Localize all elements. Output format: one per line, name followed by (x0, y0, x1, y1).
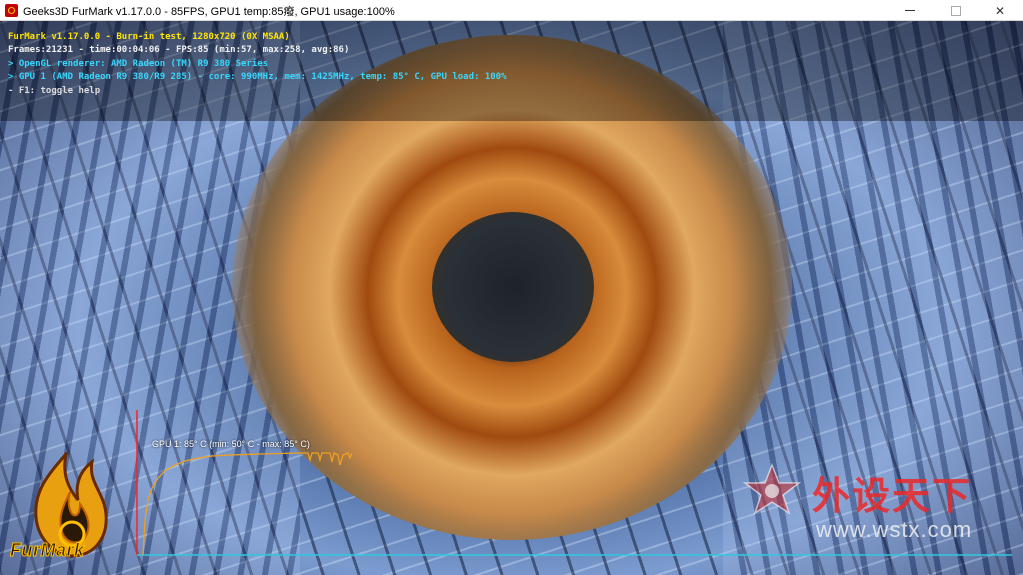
hud-gpu-line: > GPU 1 (AMD Radeon R9 380/R9 285) - cor… (8, 72, 507, 83)
watermark-chinese-text: 外设天下 (812, 474, 973, 518)
maximize-icon (951, 5, 961, 16)
close-icon: ✕ (994, 3, 1006, 18)
fur-eye-pupil (432, 212, 594, 362)
hud-overlay: FurMark v1.17.0.0 - Burn-in test, 1280x7… (8, 31, 507, 98)
furmark-app-icon[interactable] (5, 4, 18, 17)
graph-temperature-label: GPU 1: 85° C (min: 50° C - max: 85° C) (152, 439, 310, 449)
hud-renderer-line: > OpenGL renderer: AMD Radeon (TM) R9 38… (8, 58, 269, 69)
maximize-button[interactable] (933, 0, 979, 21)
close-button[interactable]: ✕ (977, 0, 1023, 21)
minimize-icon (905, 10, 915, 11)
watermark-star-center (765, 484, 779, 498)
furmark-window: Geeks3D FurMark v1.17.0.0 - 85FPS, GPU1 … (0, 0, 1023, 575)
furmark-logo-text: FurMark (10, 540, 85, 561)
watermark-url: www.wstx.com (816, 517, 973, 542)
hud-title-line: FurMark v1.17.0.0 - Burn-in test, 1280x7… (8, 32, 290, 42)
window-title: Geeks3D FurMark v1.17.0.0 - 85FPS, GPU1 … (23, 6, 395, 18)
title-bar[interactable]: Geeks3D FurMark v1.17.0.0 - 85FPS, GPU1 … (0, 0, 1023, 21)
hud-frames-line: Frames:21231 - time:00:04:06 - FPS:85 (m… (8, 45, 350, 56)
watermark-star-icon (742, 463, 802, 515)
hud-help-line: - F1: toggle help (8, 85, 101, 96)
minimize-button[interactable] (887, 0, 933, 21)
